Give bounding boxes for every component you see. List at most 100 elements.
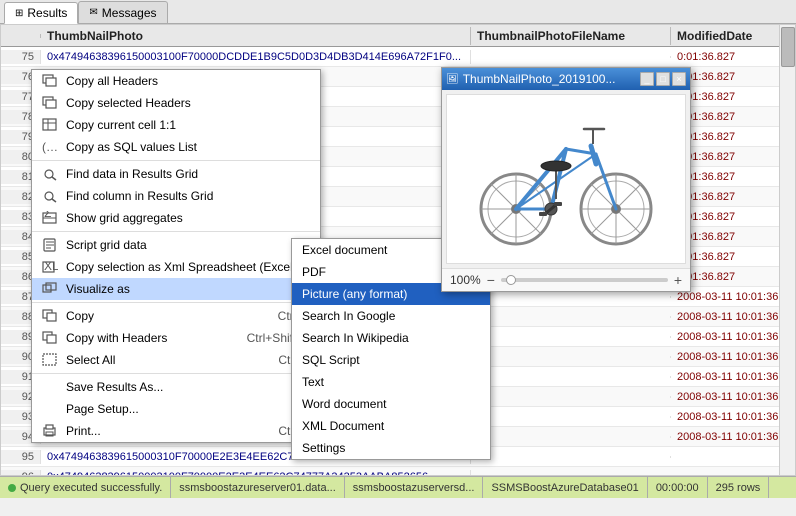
copy-sql-label: Copy as SQL values List: [66, 140, 312, 154]
status-segment-server1: ssmsboostazureserver01.data...: [171, 477, 345, 498]
cell-filename: [471, 476, 671, 477]
copy-icon: [40, 308, 60, 324]
menu-item-show-aggregates[interactable]: Σ Show grid aggregates: [32, 207, 320, 229]
table-row[interactable]: 75 0x47494638396150003100F70000DCDDE1B9C…: [1, 47, 795, 67]
svg-text:XLS: XLS: [44, 260, 58, 273]
cell-filename: [471, 456, 671, 458]
image-popup-title-bar: 🖼 ThumbNailPhoto_2019100... _ □ ×: [442, 68, 690, 90]
submenu-item-xml[interactable]: XML Document: [292, 415, 490, 437]
cell-filename: [471, 296, 671, 298]
popup-title-text: ThumbNailPhoto_2019100...: [463, 72, 636, 86]
submenu-item-text[interactable]: Text: [292, 371, 490, 393]
submenu-item-search-google[interactable]: Search In Google: [292, 305, 490, 327]
menu-item-copy-sql[interactable]: (…) Copy as SQL values List: [32, 136, 320, 158]
status-db-text: SSMSBoostAzureDatabase01: [491, 482, 638, 494]
copy-all-headers-icon: [40, 73, 60, 89]
status-rows-text: 295 rows: [716, 482, 761, 494]
menu-item-copy-selected-headers[interactable]: Copy selected Headers: [32, 92, 320, 114]
menu-item-copy[interactable]: Copy Ctrl+C: [32, 305, 320, 327]
menu-separator-2: [32, 231, 320, 232]
svg-text:Σ: Σ: [44, 211, 51, 220]
find-column-icon: [40, 188, 60, 204]
submenu-item-word[interactable]: Word document: [292, 393, 490, 415]
cell-date: 2008-03-11 10:01:36.827: [671, 350, 791, 364]
menu-item-find-data[interactable]: Find data in Results Grid: [32, 163, 320, 185]
cell-filename: [471, 316, 671, 318]
copy-with-headers-label: Copy with Headers: [66, 331, 241, 345]
tab-bar: ⊞ Results ✉ Messages: [0, 0, 796, 24]
cell-filename: [471, 436, 671, 438]
context-menu: Copy all Headers Copy selected Headers C…: [31, 69, 321, 443]
row-num: 75: [1, 50, 41, 64]
copy-xml-label: Copy selection as Xml Spreadsheet (Excel…: [66, 260, 312, 274]
cell-extra: [791, 476, 796, 477]
popup-maximize-button[interactable]: □: [656, 72, 670, 86]
page-setup-label: Page Setup...: [66, 402, 312, 416]
copy-current-cell-label: Copy current cell 1:1: [66, 118, 312, 132]
submenu-item-sql-script[interactable]: SQL Script: [292, 349, 490, 371]
menu-item-print[interactable]: Print... Ctrl+P: [32, 420, 320, 442]
cell-filename: [471, 356, 671, 358]
menu-item-copy-with-headers[interactable]: Copy with Headers Ctrl+Shift+C: [32, 327, 320, 349]
status-segment-db: SSMSBoostAzureDatabase01: [483, 477, 647, 498]
submenu-settings-label: Settings: [302, 441, 345, 455]
menu-item-save-results[interactable]: Save Results As...: [32, 376, 320, 398]
menu-item-copy-xml[interactable]: XLS Copy selection as Xml Spreadsheet (E…: [32, 256, 320, 278]
submenu-excel-label: Excel document: [302, 243, 387, 257]
zoom-label: 100%: [450, 273, 481, 287]
col-header-filename: ThumbnailPhotoFileName: [471, 27, 671, 45]
copy-sql-icon: (…): [40, 139, 60, 155]
script-grid-icon: [40, 237, 60, 253]
zoom-slider[interactable]: [501, 278, 668, 282]
col-header-num: [1, 34, 41, 38]
cell-filename: [471, 396, 671, 398]
menu-item-select-all[interactable]: Select All Ctrl+A: [32, 349, 320, 371]
print-icon: [40, 423, 60, 439]
copy-all-headers-label: Copy all Headers: [66, 74, 312, 88]
submenu-item-search-wikipedia[interactable]: Search In Wikipedia: [292, 327, 490, 349]
tab-results[interactable]: ⊞ Results: [4, 2, 78, 24]
menu-item-visualize-as[interactable]: Visualize as ▶: [32, 278, 320, 300]
grid-header: ThumbNailPhoto ThumbnailPhotoFileName Mo…: [1, 25, 795, 47]
copy-label: Copy: [66, 309, 272, 323]
menu-item-page-setup[interactable]: Page Setup...: [32, 398, 320, 420]
status-segment-time: 00:00:00: [648, 477, 708, 498]
save-results-icon: [40, 379, 60, 395]
cell-date: 2008-03-11 10:01:36.827: [671, 370, 791, 384]
bicycle-image: [466, 104, 666, 254]
table-row[interactable]: 96 0x47494638396150003100F70000E2E3E4EE6…: [1, 467, 795, 476]
status-segment-query: Query executed successfully.: [0, 477, 171, 498]
menu-item-copy-current-cell[interactable]: Copy current cell 1:1: [32, 114, 320, 136]
cell-date: 2008-03-11 10:01:36.827: [671, 430, 791, 444]
svg-text:(…): (…): [42, 140, 58, 154]
tab-messages-label: Messages: [102, 6, 157, 20]
status-server1-text: ssmsboostazureserver01.data...: [179, 482, 336, 494]
zoom-in-button[interactable]: +: [674, 273, 682, 287]
status-query-text: Query executed successfully.: [20, 482, 162, 494]
visualize-as-icon: [40, 281, 60, 297]
print-label: Print...: [66, 424, 272, 438]
submenu-item-settings[interactable]: Settings: [292, 437, 490, 459]
page-setup-icon: [40, 401, 60, 417]
cell-date: 2008-03-11 10:01:36.827: [671, 390, 791, 404]
menu-separator-3: [32, 302, 320, 303]
submenu-text-label: Text: [302, 375, 324, 389]
vertical-scrollbar[interactable]: [779, 25, 795, 475]
tab-results-label: Results: [27, 6, 67, 20]
cell-thumbnail: 0x47494638396150003100F70000E2E3E4EE62C7…: [41, 470, 471, 477]
tab-messages[interactable]: ✉ Messages: [78, 1, 167, 23]
popup-close-button[interactable]: ×: [672, 72, 686, 86]
cell-date: 2008-03-11 10:01:36.827: [671, 410, 791, 424]
submenu-pdf-label: PDF: [302, 265, 326, 279]
popup-thumbnail-icon: 🖼: [446, 74, 459, 85]
popup-minimize-button[interactable]: _: [640, 72, 654, 86]
menu-item-script-grid[interactable]: Script grid data: [32, 234, 320, 256]
scrollbar-thumb[interactable]: [781, 27, 795, 67]
zoom-slider-thumb[interactable]: [506, 275, 516, 285]
menu-item-find-column[interactable]: Find column in Results Grid: [32, 185, 320, 207]
zoom-out-button[interactable]: −: [487, 273, 495, 287]
menu-item-copy-all-headers[interactable]: Copy all Headers: [32, 70, 320, 92]
image-display-area: [446, 94, 686, 264]
status-time-text: 00:00:00: [656, 482, 699, 494]
cell-thumbnail: 0x47494638396150003100F70000DCDDE1B9C5D0…: [41, 50, 471, 64]
